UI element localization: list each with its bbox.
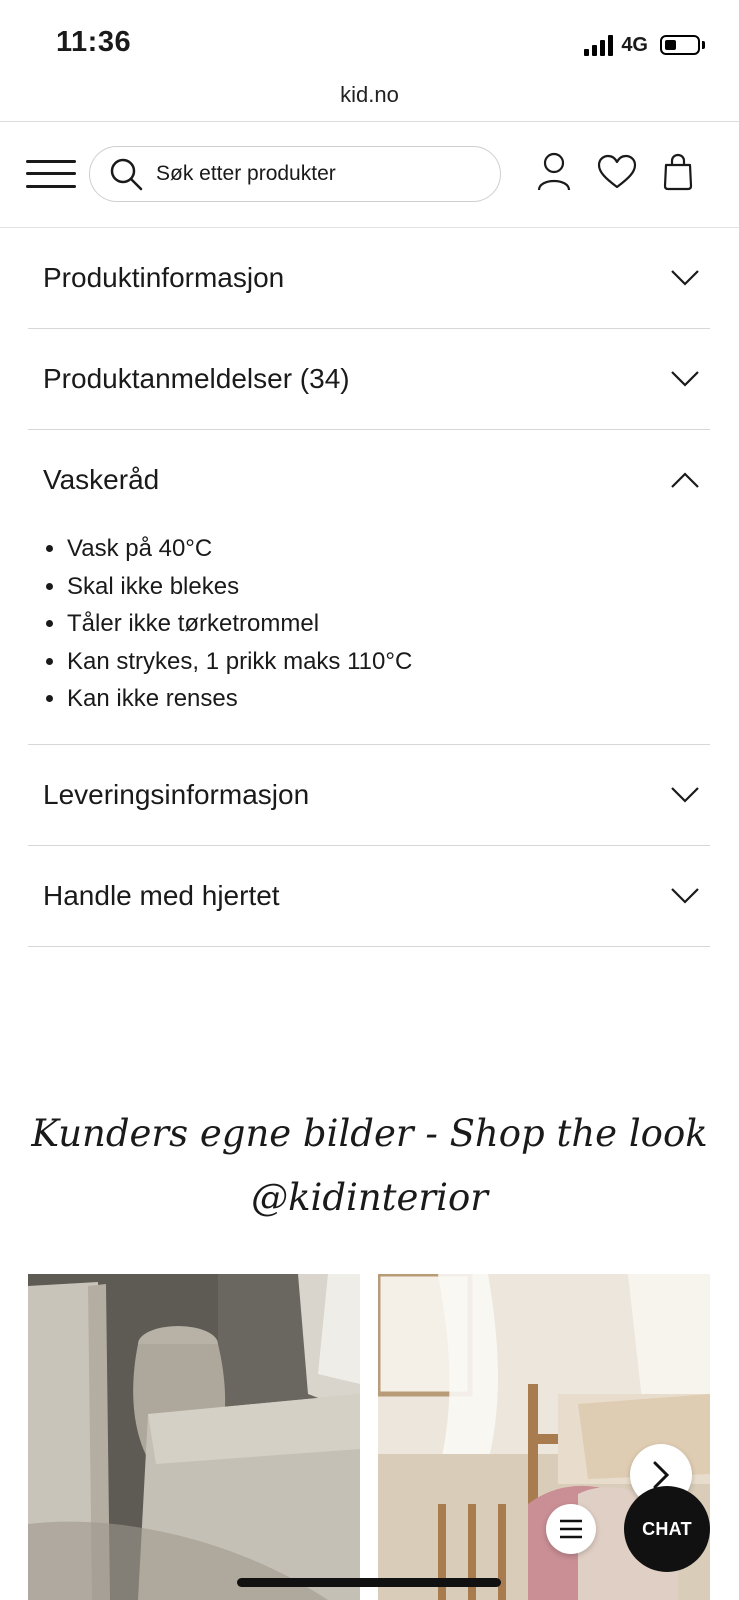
network-type: 4G — [621, 33, 648, 56]
accordion-title: Leveringsinformasjon — [43, 778, 310, 810]
signal-icon — [584, 34, 614, 56]
chevron-down-icon — [671, 887, 699, 904]
home-indicator[interactable] — [237, 1578, 501, 1587]
heart-icon[interactable] — [597, 154, 637, 190]
accordion-title: Vaskeråd — [43, 464, 160, 495]
list-item: Tåler ikke tørketrommel — [67, 605, 710, 643]
accordion-header[interactable]: Produktinformasjon — [28, 228, 710, 328]
customer-photo-sofa[interactable] — [28, 1274, 360, 1600]
hamburger-menu-icon[interactable] — [26, 158, 76, 190]
search-bar[interactable] — [89, 146, 501, 202]
accordion-title: Handle med hjertet — [43, 879, 280, 911]
site-header — [0, 122, 739, 227]
battery-icon — [660, 35, 700, 55]
sofa-image — [28, 1274, 360, 1600]
list-item: Skal ikke blekes — [67, 568, 710, 606]
accordion-header[interactable]: Leveringsinformasjon — [28, 745, 710, 845]
status-time: 11:36 — [56, 26, 132, 58]
chevron-down-icon — [671, 270, 699, 286]
accordion-item-vaskerad: Vaskeråd Vask på 40°C Skal ikke blekes T… — [28, 430, 710, 745]
accordion-item-handle-med-hjertet: Handle med hjertet — [28, 846, 710, 947]
accordion-item-produktinformasjon: Produktinformasjon — [28, 228, 710, 329]
list-item: Kan ikke renses — [67, 680, 710, 718]
chevron-up-icon — [671, 472, 699, 488]
status-bar: 11:36 4G — [0, 0, 739, 88]
list-item: Vask på 40°C — [67, 530, 710, 568]
accordion-header[interactable]: Handle med hjertet — [28, 846, 710, 946]
list-item: Kan strykes, 1 prikk maks 110°C — [67, 643, 710, 681]
shopping-bag-icon[interactable] — [662, 152, 694, 192]
accordion-header[interactable]: Vaskeråd — [28, 430, 710, 530]
instagram-handle[interactable]: @kidinterior — [0, 1166, 739, 1230]
accordion-header[interactable]: Produktanmeldelser (34) — [28, 329, 710, 429]
chevron-right-icon — [653, 1461, 670, 1489]
accordion-content: Vask på 40°C Skal ikke blekes Tåler ikke… — [28, 530, 710, 744]
accordion-item-produktanmeldelser: Produktanmeldelser (34) — [28, 329, 710, 430]
chat-menu-button[interactable] — [546, 1504, 596, 1554]
product-accordion: Produktinformasjon Produktanmeldelser (3… — [28, 228, 710, 947]
shop-the-look-title: Kunders egne bilder - Shop the look — [31, 1112, 708, 1155]
browser-url[interactable]: kid.no — [0, 82, 739, 108]
search-icon — [110, 158, 143, 191]
accordion-title: Produktinformasjon — [43, 262, 285, 293]
account-icon[interactable] — [537, 152, 571, 192]
accordion-title: Produktanmeldelser (34) — [43, 363, 350, 394]
chevron-down-icon — [671, 371, 699, 387]
chevron-down-icon — [671, 786, 699, 803]
search-input[interactable] — [154, 161, 458, 187]
chat-button[interactable]: CHAT — [624, 1486, 710, 1572]
accordion-item-leveringsinformasjon: Leveringsinformasjon — [28, 745, 710, 846]
care-instructions-list: Vask på 40°C Skal ikke blekes Tåler ikke… — [43, 530, 710, 718]
menu-icon — [560, 1519, 582, 1539]
status-indicators: 4G — [584, 32, 705, 58]
shop-the-look-heading: Kunders egne bilder - Shop the look @kid… — [0, 1102, 739, 1230]
